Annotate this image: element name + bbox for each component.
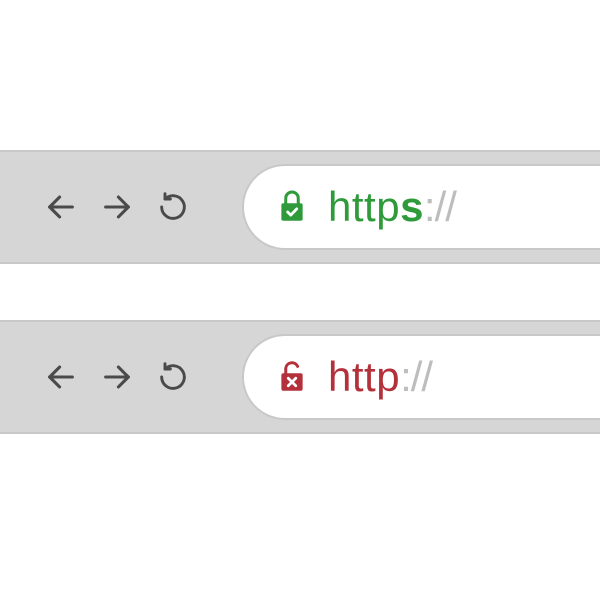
forward-icon[interactable]: [100, 360, 134, 394]
browser-toolbar-secure: https://: [0, 150, 600, 264]
url-scheme: https: [328, 183, 424, 230]
reload-icon[interactable]: [156, 190, 190, 224]
lock-open-cross-icon: [274, 357, 310, 397]
reload-icon[interactable]: [156, 360, 190, 394]
browser-toolbar-insecure: http://: [0, 320, 600, 434]
url-scheme: http: [328, 353, 400, 400]
url-slashes: ://: [400, 353, 432, 400]
nav-group: [44, 190, 190, 224]
address-bar[interactable]: https://: [242, 164, 600, 250]
back-icon[interactable]: [44, 190, 78, 224]
address-bar[interactable]: http://: [242, 334, 600, 420]
lock-closed-check-icon: [274, 187, 310, 227]
forward-icon[interactable]: [100, 190, 134, 224]
url-slashes: ://: [424, 183, 456, 230]
nav-group: [44, 360, 190, 394]
url-text: http://: [328, 353, 432, 401]
back-icon[interactable]: [44, 360, 78, 394]
url-text: https://: [328, 183, 456, 231]
